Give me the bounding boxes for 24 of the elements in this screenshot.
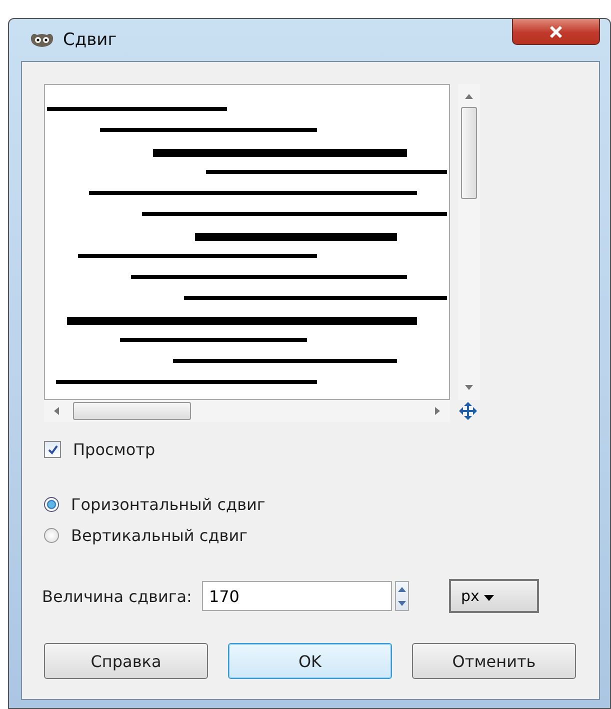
vertical-scrollbar[interactable] — [458, 84, 480, 400]
unit-dropdown[interactable]: px — [448, 579, 539, 613]
caret-icon — [484, 595, 494, 601]
radio-label: Вертикальный сдвиг — [71, 526, 248, 545]
radio-button[interactable] — [44, 497, 59, 512]
dialog-button[interactable]: OK — [228, 643, 392, 679]
mascot-icon — [29, 31, 55, 49]
close-icon — [548, 24, 564, 38]
horizontal-scrollbar[interactable] — [44, 400, 450, 422]
checkmark-icon — [46, 444, 58, 456]
checkbox-label: Просмотр — [73, 440, 156, 459]
window-title: Сдвиг — [63, 30, 117, 50]
up-arrow-icon — [398, 586, 406, 592]
radio-button[interactable] — [44, 528, 59, 543]
checkbox[interactable] — [44, 441, 61, 458]
close-button[interactable] — [512, 19, 600, 45]
dialog-button[interactable]: Справка — [44, 643, 208, 679]
amount-label: Величина сдвига: — [42, 586, 192, 606]
dialog-button[interactable]: Отменить — [412, 643, 576, 679]
amount-field[interactable]: 170 — [202, 581, 392, 611]
move-icon[interactable] — [458, 401, 478, 421]
radio-label: Горизонтальный сдвиг — [71, 495, 266, 514]
spin-buttons[interactable] — [394, 581, 409, 611]
down-arrow-icon — [398, 600, 406, 606]
